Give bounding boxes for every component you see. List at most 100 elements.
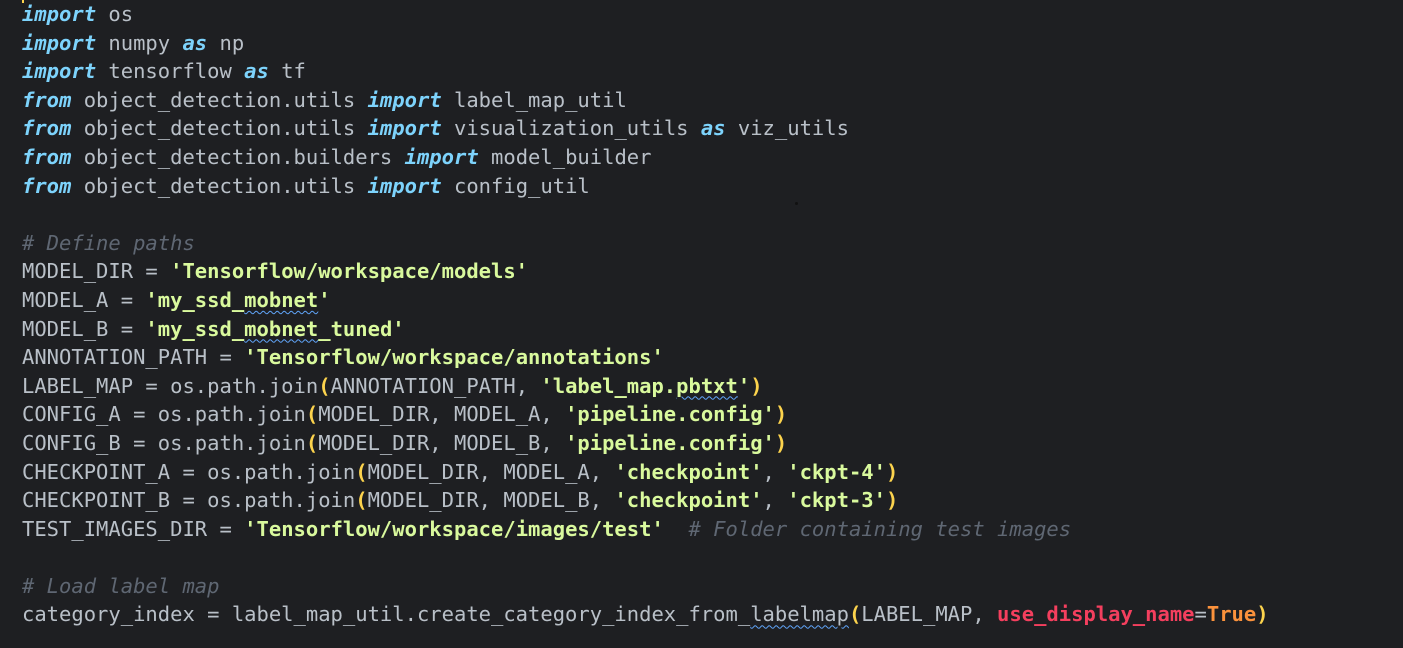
string-token: pbtxt [676,373,738,398]
paren-token: ( [355,459,368,484]
identifier-token: = [1194,602,1207,627]
keyword-token: import [367,116,442,141]
identifier-token: np [207,30,245,55]
code-line[interactable] [22,200,1403,229]
string-token: mobnet [244,316,319,341]
identifier-token: tensorflow [96,59,245,84]
keyword-token: import [22,59,97,84]
paren-token: ) [774,430,788,455]
paren-token: ( [355,488,368,513]
parameter-token: use_display_name [997,602,1195,627]
identifier-token: TEST_IMAGES_DIR = [22,516,245,541]
boolean-token: True [1206,602,1257,627]
paren-token: ) [750,373,763,398]
code-line[interactable]: # Define paths [22,229,1403,258]
identifier-token: CHECKPOINT_A = os.path.join [22,459,356,484]
string-token: ' [737,373,751,398]
string-token: 'ckpt-3' [787,488,886,513]
string-token: 'checkpoint' [614,459,763,484]
identifier-token: LABEL_MAP = os.path.join [22,373,319,398]
keyword-token: import [22,30,97,55]
code-line[interactable] [22,543,1403,572]
string-token: 'my_ssd_ [145,287,245,312]
identifier-token: MODEL_DIR, MODEL_B, [367,488,615,513]
keyword-token: import [367,173,442,198]
identifier-token: config_util [441,173,590,198]
paren-token: ( [305,402,319,427]
code-line[interactable]: CONFIG_A = os.path.join(MODEL_DIR, MODEL… [22,400,1403,429]
code-line[interactable]: MODEL_B = 'my_ssd_mobnet_tuned' [22,315,1403,344]
identifier-token [664,517,689,541]
code-line[interactable]: TEST_IMAGES_DIR = 'Tensorflow/workspace/… [22,515,1403,544]
code-line[interactable]: from object_detection.utils import visua… [22,114,1403,143]
paren-token: ) [1256,602,1269,627]
keyword-token: as [182,30,208,55]
code-line[interactable]: import os [22,0,1403,29]
identifier-token: viz_utils [725,116,849,141]
identifier-token: visualization_utils [441,116,701,141]
identifier-token: , [762,459,788,484]
keyword-token: from [22,173,72,198]
string-token: ' [318,287,331,312]
identifier-token: labelmap [750,602,849,627]
code-line[interactable]: # Load label map [22,572,1403,601]
stray-dot [795,202,798,205]
identifier-token: object_detection.utils [71,173,368,198]
comment-token: # Folder containing test images [688,516,1072,541]
identifier-token: object_detection.utils [71,116,368,141]
code-line[interactable]: CONFIG_B = os.path.join(MODEL_DIR, MODEL… [22,429,1403,458]
identifier-token: MODEL_A = [22,287,146,312]
code-line[interactable]: category_index = label_map_util.create_c… [22,600,1403,629]
identifier-token: model_builder [478,144,652,169]
identifier-token: ANNOTATION_PATH = [22,345,245,370]
identifier-token: , [762,488,788,513]
code-line[interactable]: ANNOTATION_PATH = 'Tensorflow/workspace/… [22,343,1403,372]
code-line[interactable]: from object_detection.utils import label… [22,86,1403,115]
identifier-token: MODEL_DIR, MODEL_B, [318,430,566,455]
identifier-token: category_index = label_map_util.create_c… [22,602,751,627]
identifier-token: CONFIG_A = os.path.join [22,402,306,427]
string-token: 'Tensorflow/workspace/models' [170,259,529,284]
code-line[interactable]: CHECKPOINT_A = os.path.join(MODEL_DIR, M… [22,458,1403,487]
identifier-token: ANNOTATION_PATH, [330,373,541,398]
text-cursor [22,0,24,3]
string-token: 'ckpt-4' [787,459,886,484]
identifier-token: object_detection.builders [71,144,405,169]
code-line[interactable]: import numpy as np [22,29,1403,58]
comment-token: # Define paths [22,230,195,255]
keyword-token: import [22,2,97,26]
identifier-token: MODEL_DIR = [22,259,171,284]
code-line[interactable]: MODEL_DIR = 'Tensorflow/workspace/models… [22,257,1403,286]
paren-token: ) [885,459,899,484]
string-token: 'Tensorflow/workspace/annotations' [244,345,664,370]
code-lines[interactable]: import os import numpy as np import tensor… [22,0,1403,629]
identifier-token: label_map_util [441,87,627,112]
identifier-token: MODEL_B = [22,316,146,341]
keyword-token: import [367,87,442,112]
string-token: mobnet [244,287,319,312]
identifier-token: LABEL_MAP, [861,602,998,627]
keyword-token: from [22,144,72,169]
code-line[interactable]: from object_detection.utils import confi… [22,172,1403,201]
keyword-token: as [244,59,269,84]
identifier-token: tf [268,59,306,84]
code-line[interactable]: CHECKPOINT_B = os.path.join(MODEL_DIR, M… [22,486,1403,515]
identifier-token: numpy [96,30,183,55]
paren-token: ( [318,373,331,398]
identifier-token: CHECKPOINT_B = os.path.join [22,488,356,513]
keyword-token: from [22,116,72,141]
string-token: _tuned' [318,316,405,341]
string-token: 'my_ssd_ [145,316,245,341]
code-line[interactable]: import tensorflow as tf [22,57,1403,86]
identifier-token: os [96,2,134,26]
identifier-token: CONFIG_B = os.path.join [22,430,306,455]
keyword-token: as [700,116,726,141]
string-token: 'Tensorflow/workspace/images/test' [244,516,664,541]
code-line[interactable]: LABEL_MAP = os.path.join(ANNOTATION_PATH… [22,372,1403,401]
string-token: 'pipeline.config' [565,402,775,427]
identifier-token: MODEL_DIR, MODEL_A, [367,459,615,484]
code-line[interactable]: from object_detection.builders import mo… [22,143,1403,172]
string-token: 'checkpoint' [614,488,763,513]
code-line[interactable]: MODEL_A = 'my_ssd_mobnet' [22,286,1403,315]
code-editor[interactable]: import os import numpy as np import tensor… [0,0,1403,648]
